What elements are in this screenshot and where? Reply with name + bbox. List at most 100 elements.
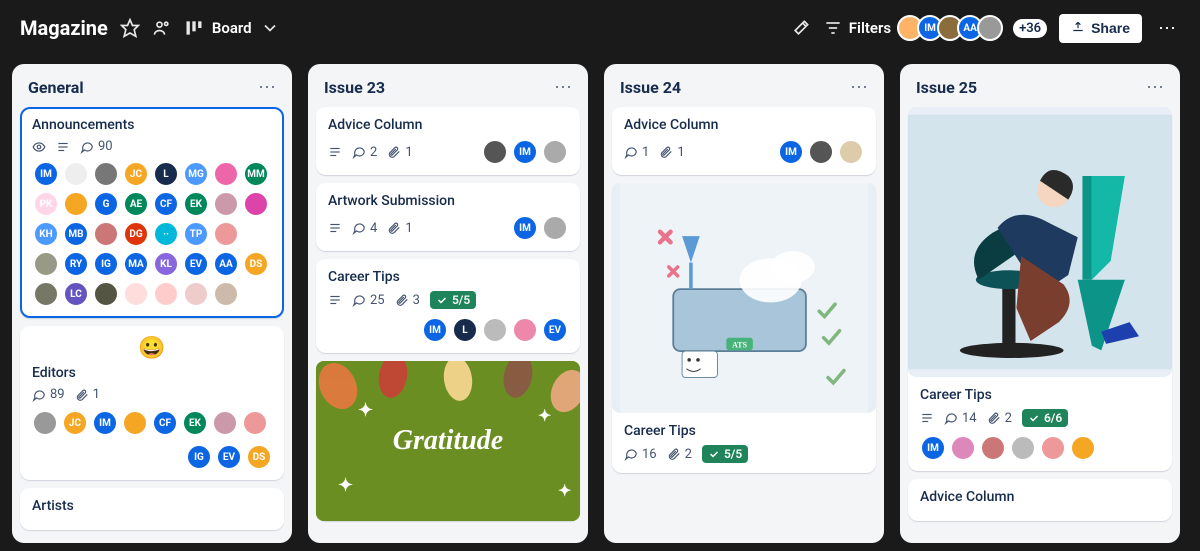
avatar[interactable] bbox=[542, 139, 568, 165]
member-avatar-stack[interactable]: IMAA bbox=[903, 15, 1003, 41]
avatar[interactable]: EK bbox=[183, 191, 209, 217]
card[interactable]: ATSCareer Tips1625/5 bbox=[612, 183, 876, 473]
rocket-icon[interactable] bbox=[791, 18, 811, 38]
avatar[interactable] bbox=[153, 281, 179, 307]
list-menu-icon[interactable]: ⋯ bbox=[554, 79, 572, 97]
avatar[interactable] bbox=[93, 281, 119, 307]
card[interactable]: ✦✦✦✦Gratitude bbox=[316, 361, 580, 521]
avatar[interactable]: JC bbox=[123, 161, 149, 187]
avatar[interactable] bbox=[242, 410, 268, 436]
avatar[interactable] bbox=[1010, 435, 1036, 461]
avatar[interactable]: MG bbox=[183, 161, 209, 187]
card[interactable]: Advice Column21IM bbox=[316, 107, 580, 175]
avatar[interactable]: CF bbox=[153, 191, 179, 217]
avatar[interactable]: IM bbox=[33, 161, 59, 187]
avatar[interactable] bbox=[243, 221, 269, 247]
avatar[interactable]: IG bbox=[186, 444, 212, 470]
avatar[interactable] bbox=[123, 281, 149, 307]
card[interactable]: Announcements90IMJCLMGMMPKGAECFEKKHMBDG·… bbox=[20, 107, 284, 318]
avatar[interactable] bbox=[512, 317, 538, 343]
card-title: Editors bbox=[32, 365, 272, 381]
avatar[interactable]: G bbox=[93, 191, 119, 217]
avatar[interactable]: IM bbox=[512, 139, 538, 165]
card[interactable]: Artwork Submission41IM bbox=[316, 183, 580, 251]
avatar[interactable]: IM bbox=[778, 139, 804, 165]
card[interactable]: Career Tips1426/6IM bbox=[908, 107, 1172, 471]
avatar[interactable] bbox=[950, 435, 976, 461]
star-icon[interactable] bbox=[120, 18, 140, 38]
avatar[interactable]: KH bbox=[33, 221, 59, 247]
member-overflow-count[interactable]: +36 bbox=[1013, 19, 1047, 38]
view-switcher[interactable]: Board bbox=[184, 18, 280, 38]
avatar[interactable] bbox=[980, 435, 1006, 461]
avatar[interactable]: RY bbox=[63, 251, 89, 277]
avatar[interactable]: L bbox=[452, 317, 478, 343]
list-menu-icon[interactable]: ⋯ bbox=[258, 79, 276, 97]
avatar[interactable]: IM bbox=[512, 215, 538, 241]
list-title[interactable]: Issue 25 bbox=[916, 78, 977, 97]
avatar[interactable] bbox=[93, 221, 119, 247]
list-title[interactable]: Issue 23 bbox=[324, 78, 385, 97]
avatar[interactable] bbox=[213, 161, 239, 187]
avatar[interactable]: PK bbox=[33, 191, 59, 217]
avatar[interactable] bbox=[482, 317, 508, 343]
avatar[interactable] bbox=[838, 139, 864, 165]
avatar[interactable]: MB bbox=[63, 221, 89, 247]
filters-button[interactable]: Filters bbox=[823, 18, 891, 38]
list-menu-icon[interactable]: ⋯ bbox=[850, 79, 868, 97]
card[interactable]: Advice Column bbox=[908, 479, 1172, 521]
avatar[interactable]: IM bbox=[422, 317, 448, 343]
avatar[interactable] bbox=[122, 410, 148, 436]
avatar[interactable] bbox=[33, 251, 59, 277]
board-menu-icon[interactable]: ⋯ bbox=[1154, 18, 1180, 39]
people-icon[interactable] bbox=[152, 18, 172, 38]
avatar[interactable]: TP bbox=[183, 221, 209, 247]
avatar[interactable] bbox=[183, 281, 209, 307]
board-title[interactable]: Magazine bbox=[20, 16, 108, 40]
card[interactable]: Advice Column11IM bbox=[612, 107, 876, 175]
avatar[interactable] bbox=[32, 410, 58, 436]
avatar[interactable]: AA bbox=[213, 251, 239, 277]
avatar[interactable]: EK bbox=[182, 410, 208, 436]
avatar[interactable] bbox=[63, 161, 89, 187]
avatar[interactable] bbox=[808, 139, 834, 165]
avatar[interactable] bbox=[243, 191, 269, 217]
avatar[interactable]: L bbox=[153, 161, 179, 187]
avatar[interactable]: LC bbox=[63, 281, 89, 307]
avatar[interactable]: IM bbox=[920, 435, 946, 461]
avatar[interactable]: KL bbox=[153, 251, 179, 277]
avatar[interactable]: MA bbox=[123, 251, 149, 277]
avatar[interactable]: ·· bbox=[153, 221, 179, 247]
share-button[interactable]: Share bbox=[1059, 14, 1142, 43]
avatar[interactable]: EV bbox=[216, 444, 242, 470]
avatar[interactable] bbox=[213, 281, 239, 307]
avatar[interactable]: CF bbox=[152, 410, 178, 436]
avatar[interactable] bbox=[212, 410, 238, 436]
avatar[interactable]: IM bbox=[92, 410, 118, 436]
list-title[interactable]: Issue 24 bbox=[620, 78, 681, 97]
avatar[interactable]: EV bbox=[183, 251, 209, 277]
avatar[interactable] bbox=[542, 215, 568, 241]
list-title[interactable]: General bbox=[28, 78, 84, 97]
avatar[interactable] bbox=[63, 191, 89, 217]
avatar[interactable]: EV bbox=[542, 317, 568, 343]
avatar[interactable]: DS bbox=[246, 444, 272, 470]
card[interactable]: Artists bbox=[20, 488, 284, 530]
avatar[interactable] bbox=[1070, 435, 1096, 461]
avatar[interactable] bbox=[482, 139, 508, 165]
avatar[interactable] bbox=[33, 281, 59, 307]
avatar[interactable]: DG bbox=[123, 221, 149, 247]
avatar[interactable]: IG bbox=[93, 251, 119, 277]
list-menu-icon[interactable]: ⋯ bbox=[1146, 79, 1164, 97]
avatar[interactable]: MM bbox=[243, 161, 269, 187]
avatar[interactable] bbox=[977, 15, 1003, 41]
avatar[interactable] bbox=[93, 161, 119, 187]
card[interactable]: Career Tips2535/5IMLEV bbox=[316, 259, 580, 353]
avatar[interactable] bbox=[1040, 435, 1066, 461]
avatar[interactable]: DS bbox=[243, 251, 269, 277]
avatar[interactable]: AE bbox=[123, 191, 149, 217]
avatar[interactable] bbox=[213, 221, 239, 247]
card[interactable]: 😀Editors891JCIMCFEKIGEVDS bbox=[20, 326, 284, 480]
avatar[interactable] bbox=[213, 191, 239, 217]
avatar[interactable]: JC bbox=[62, 410, 88, 436]
